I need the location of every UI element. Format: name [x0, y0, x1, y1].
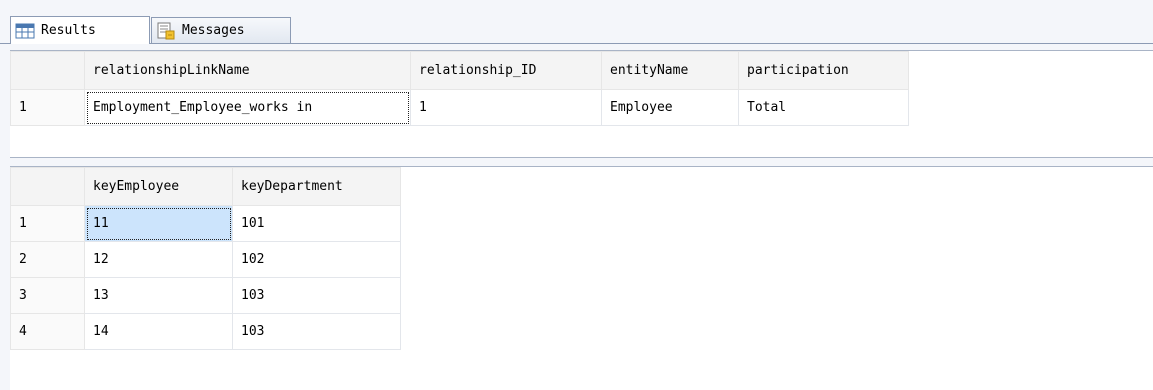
column-header[interactable]: participation	[738, 51, 909, 90]
tab-results[interactable]: Results	[10, 16, 150, 44]
column-header[interactable]: relationshipLinkName	[84, 51, 411, 90]
tab-messages[interactable]: Messages	[151, 17, 291, 43]
row-number[interactable]: 2	[10, 241, 85, 278]
table-row: 4 14 103	[10, 313, 401, 350]
column-header[interactable]: keyEmployee	[84, 167, 233, 206]
messages-icon	[156, 22, 176, 40]
query-results-pane: Results Messages relationshipLinkName re…	[0, 0, 1153, 390]
table-row: 3 13 103	[10, 277, 401, 314]
table-cell[interactable]: 103	[232, 313, 401, 350]
tab-messages-label: Messages	[182, 23, 245, 38]
table-cell[interactable]: Employee	[601, 89, 739, 126]
corner-cell[interactable]	[10, 51, 85, 90]
column-header[interactable]: entityName	[601, 51, 739, 90]
table-cell[interactable]: 14	[84, 313, 233, 350]
header-row: relationshipLinkName relationship_ID ent…	[10, 51, 909, 90]
table-row: 1 11 101	[10, 205, 401, 242]
table-cell[interactable]: 12	[84, 241, 233, 278]
column-header[interactable]: relationship_ID	[410, 51, 602, 90]
results-tab-bar: Results Messages	[0, 0, 1153, 44]
table-cell[interactable]: 13	[84, 277, 233, 314]
result-grid-1[interactable]: relationshipLinkName relationship_ID ent…	[10, 50, 1153, 158]
corner-cell[interactable]	[10, 167, 85, 206]
result-table-1: relationshipLinkName relationship_ID ent…	[10, 51, 909, 126]
result-table-2: keyEmployee keyDepartment 1 11 101 2 12 …	[10, 167, 401, 350]
table-cell[interactable]: Total	[738, 89, 909, 126]
table-cell[interactable]: 102	[232, 241, 401, 278]
table-cell[interactable]: 103	[232, 277, 401, 314]
table-row: 2 12 102	[10, 241, 401, 278]
tab-divider	[0, 43, 1153, 44]
table-cell[interactable]: 1	[410, 89, 602, 126]
row-number[interactable]: 1	[10, 89, 85, 126]
table-cell[interactable]: 11	[84, 205, 233, 242]
tab-results-label: Results	[41, 23, 96, 38]
table-cell[interactable]: 101	[232, 205, 401, 242]
column-header[interactable]: keyDepartment	[232, 167, 401, 206]
grid-icon	[15, 22, 35, 40]
row-number[interactable]: 4	[10, 313, 85, 350]
row-number[interactable]: 3	[10, 277, 85, 314]
header-row: keyEmployee keyDepartment	[10, 167, 401, 206]
table-cell[interactable]: Employment_Employee_works in	[84, 89, 411, 126]
table-row: 1 Employment_Employee_works in 1 Employe…	[10, 89, 909, 126]
row-number[interactable]: 1	[10, 205, 85, 242]
result-grid-2[interactable]: keyEmployee keyDepartment 1 11 101 2 12 …	[10, 166, 1153, 390]
